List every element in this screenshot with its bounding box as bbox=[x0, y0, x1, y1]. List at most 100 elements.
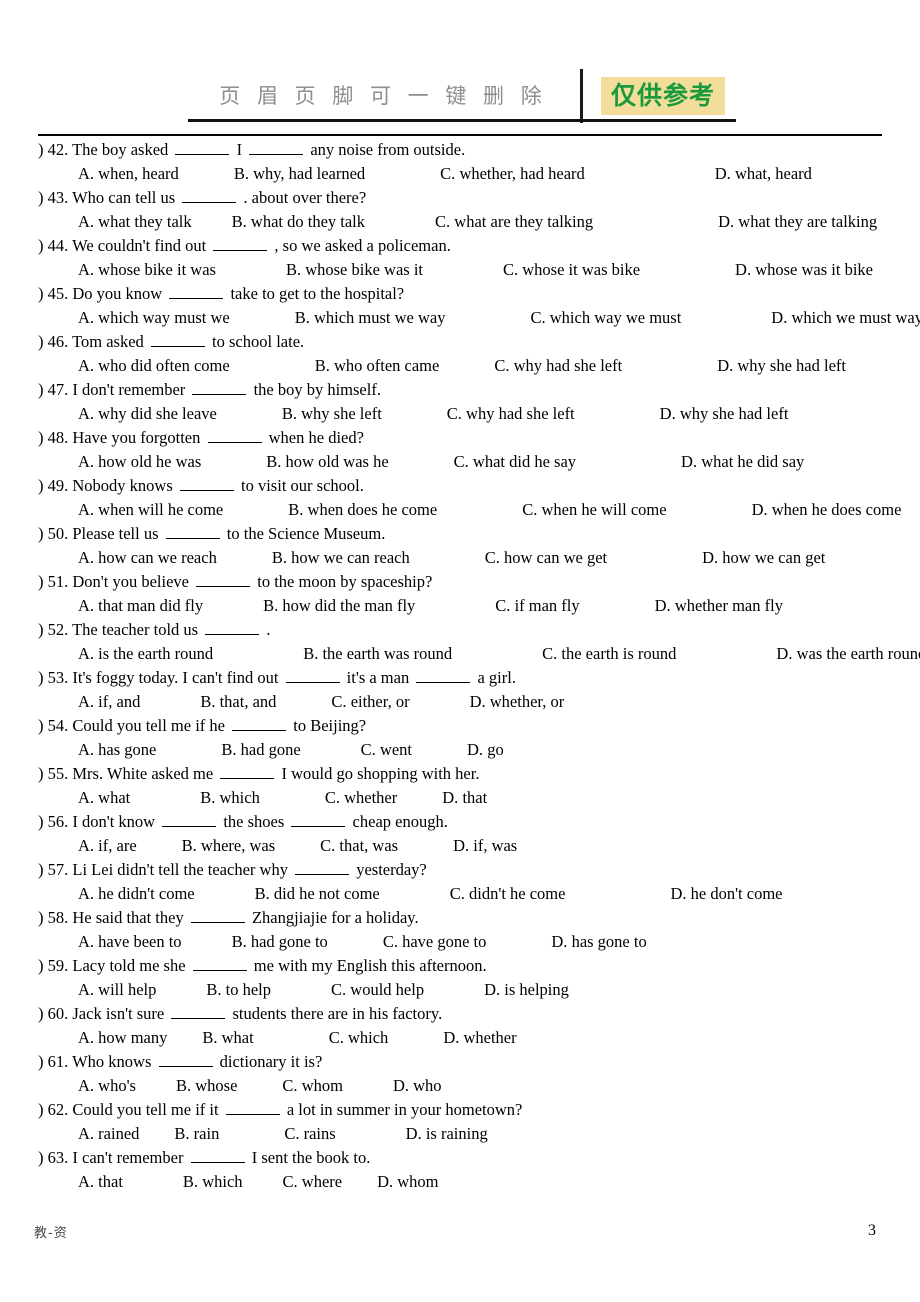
answer-blank[interactable] bbox=[179, 476, 234, 491]
option-choice[interactable]: B. did he not come bbox=[255, 882, 380, 906]
answer-bracket[interactable]: ( bbox=[0, 426, 38, 450]
answer-bracket[interactable]: ( bbox=[0, 186, 38, 210]
option-choice[interactable]: C. have gone to bbox=[383, 930, 487, 954]
option-choice[interactable]: C. if man fly bbox=[495, 594, 579, 618]
answer-bracket[interactable]: ( bbox=[0, 474, 38, 498]
option-choice[interactable]: B. what do they talk bbox=[232, 210, 365, 234]
answer-blank[interactable] bbox=[175, 140, 230, 155]
answer-bracket[interactable]: ( bbox=[0, 138, 38, 162]
option-choice[interactable]: B. how old was he bbox=[266, 450, 388, 474]
option-choice[interactable]: A. have been to bbox=[78, 930, 182, 954]
option-choice[interactable]: C. the earth is round bbox=[542, 642, 676, 666]
option-choice[interactable]: D. go bbox=[467, 738, 504, 762]
option-choice[interactable]: A. has gone bbox=[78, 738, 156, 762]
answer-blank[interactable] bbox=[285, 668, 340, 683]
option-choice[interactable]: B. whose bike was it bbox=[286, 258, 423, 282]
option-choice[interactable]: A. how many bbox=[78, 1026, 167, 1050]
option-choice[interactable]: C. went bbox=[361, 738, 412, 762]
answer-bracket[interactable]: ( bbox=[0, 378, 38, 402]
option-choice[interactable]: A. that bbox=[78, 1170, 123, 1194]
option-choice[interactable]: D. when he does come bbox=[752, 498, 902, 522]
answer-blank[interactable] bbox=[232, 716, 287, 731]
option-choice[interactable]: D. whom bbox=[377, 1170, 438, 1194]
answer-bracket[interactable]: ( bbox=[0, 618, 38, 642]
option-choice[interactable]: B. that, and bbox=[200, 690, 276, 714]
answer-blank[interactable] bbox=[190, 908, 245, 923]
answer-bracket[interactable]: ( bbox=[0, 330, 38, 354]
option-choice[interactable]: D. that bbox=[442, 786, 487, 810]
answer-blank[interactable] bbox=[207, 428, 262, 443]
option-choice[interactable]: C. whether bbox=[325, 786, 397, 810]
option-choice[interactable]: C. when he will come bbox=[522, 498, 666, 522]
option-choice[interactable]: C. either, or bbox=[331, 690, 409, 714]
option-choice[interactable]: D. whether bbox=[443, 1026, 516, 1050]
answer-bracket[interactable]: ( bbox=[0, 714, 38, 738]
option-choice[interactable]: A. when will he come bbox=[78, 498, 223, 522]
answer-blank[interactable] bbox=[295, 860, 350, 875]
option-choice[interactable]: B. which bbox=[183, 1170, 243, 1194]
answer-blank[interactable] bbox=[249, 140, 304, 155]
answer-blank[interactable] bbox=[158, 1052, 213, 1067]
answer-blank[interactable] bbox=[190, 1148, 245, 1163]
option-choice[interactable]: D. why she had left bbox=[717, 354, 846, 378]
option-choice[interactable]: C. why had she left bbox=[494, 354, 622, 378]
answer-blank[interactable] bbox=[192, 956, 247, 971]
option-choice[interactable]: B. which must we way bbox=[295, 306, 446, 330]
option-choice[interactable]: A. is the earth round bbox=[78, 642, 213, 666]
option-choice[interactable]: A. which way must we bbox=[78, 306, 230, 330]
option-choice[interactable]: B. which bbox=[200, 786, 260, 810]
option-choice[interactable]: A. he didn't come bbox=[78, 882, 195, 906]
answer-blank[interactable] bbox=[150, 332, 205, 347]
option-choice[interactable]: A. how can we reach bbox=[78, 546, 217, 570]
answer-bracket[interactable]: ( bbox=[0, 762, 38, 786]
option-choice[interactable]: B. where, was bbox=[182, 834, 275, 858]
option-choice[interactable]: A. whose bike it was bbox=[78, 258, 216, 282]
answer-bracket[interactable]: ( bbox=[0, 906, 38, 930]
answer-blank[interactable] bbox=[165, 524, 220, 539]
option-choice[interactable]: A. what they talk bbox=[78, 210, 192, 234]
option-choice[interactable]: C. why had she left bbox=[447, 402, 575, 426]
answer-bracket[interactable]: ( bbox=[0, 954, 38, 978]
option-choice[interactable]: B. whose bbox=[176, 1074, 237, 1098]
option-choice[interactable]: A. if, are bbox=[78, 834, 137, 858]
option-choice[interactable]: C. which bbox=[329, 1026, 389, 1050]
option-choice[interactable]: C. whose it was bike bbox=[503, 258, 640, 282]
answer-bracket[interactable]: ( bbox=[0, 858, 38, 882]
option-choice[interactable]: D. what they are talking bbox=[718, 210, 877, 234]
option-choice[interactable]: B. rain bbox=[174, 1122, 219, 1146]
option-choice[interactable]: A. what bbox=[78, 786, 130, 810]
answer-bracket[interactable]: ( bbox=[0, 282, 38, 306]
option-choice[interactable]: A. who did often come bbox=[78, 354, 230, 378]
option-choice[interactable]: B. who often came bbox=[315, 354, 440, 378]
answer-bracket[interactable]: ( bbox=[0, 1098, 38, 1122]
option-choice[interactable]: C. how can we get bbox=[485, 546, 607, 570]
option-choice[interactable]: B. when does he come bbox=[288, 498, 437, 522]
option-choice[interactable]: B. what bbox=[202, 1026, 253, 1050]
answer-blank[interactable] bbox=[192, 380, 247, 395]
option-choice[interactable]: A. that man did fly bbox=[78, 594, 203, 618]
answer-blank[interactable] bbox=[220, 764, 275, 779]
answer-blank[interactable] bbox=[196, 572, 251, 587]
answer-blank[interactable] bbox=[205, 620, 260, 635]
option-choice[interactable]: A. how old he was bbox=[78, 450, 201, 474]
option-choice[interactable]: D. was the earth round bbox=[776, 642, 920, 666]
option-choice[interactable]: B. how we can reach bbox=[272, 546, 410, 570]
option-choice[interactable]: C. what did he say bbox=[454, 450, 576, 474]
option-choice[interactable]: D. is helping bbox=[484, 978, 569, 1002]
option-choice[interactable]: B. had gone bbox=[221, 738, 300, 762]
option-choice[interactable]: B. how did the man fly bbox=[263, 594, 415, 618]
answer-bracket[interactable]: ( bbox=[0, 522, 38, 546]
answer-blank[interactable] bbox=[225, 1100, 280, 1115]
option-choice[interactable]: D. whose was it bike bbox=[735, 258, 873, 282]
option-choice[interactable]: C. what are they talking bbox=[435, 210, 593, 234]
answer-bracket[interactable]: ( bbox=[0, 1050, 38, 1074]
answer-blank[interactable] bbox=[182, 188, 237, 203]
answer-blank[interactable] bbox=[416, 668, 471, 683]
answer-bracket[interactable]: ( bbox=[0, 666, 38, 690]
option-choice[interactable]: D. what, heard bbox=[715, 162, 812, 186]
option-choice[interactable]: B. to help bbox=[206, 978, 271, 1002]
option-choice[interactable]: B. had gone to bbox=[232, 930, 328, 954]
answer-blank[interactable] bbox=[169, 284, 224, 299]
option-choice[interactable]: C. would help bbox=[331, 978, 424, 1002]
option-choice[interactable]: A. why did she leave bbox=[78, 402, 217, 426]
